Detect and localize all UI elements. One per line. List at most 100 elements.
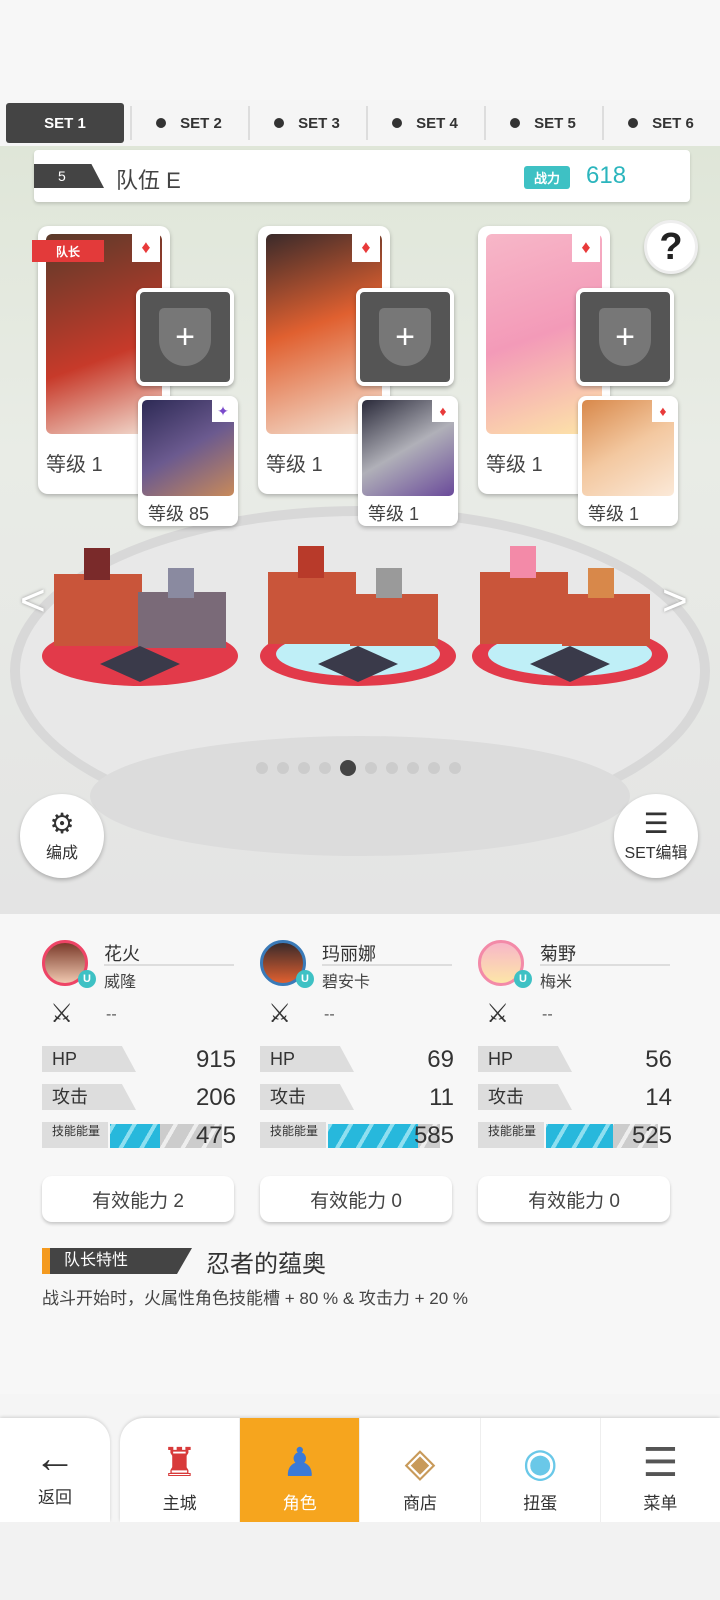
leader-trait-label: 队长特性 (42, 1248, 192, 1274)
pedestal-2[interactable] (258, 546, 458, 686)
block-large (480, 572, 568, 644)
question-icon: ? (659, 225, 683, 268)
back-arrow-icon: ← (34, 1433, 76, 1481)
page-dot[interactable] (298, 762, 310, 774)
character-name: 玛丽娜 (322, 944, 376, 964)
dot-icon (628, 118, 639, 128)
nav-item-gacha[interactable]: ◉ 扭蛋 (479, 1418, 600, 1522)
add-equipment-icon: + (599, 308, 651, 366)
sub-character-name: 梅米 (540, 974, 573, 991)
formation-label: 编成 (45, 845, 78, 862)
nav-tabs: ♜ 主城 ♟ 角色 ◈ 商店 ◉ 扭蛋 ☰ 菜单 (120, 1418, 720, 1522)
bottom-navigation: ← 返回 ♜ 主城 ♟ 角色 ◈ 商店 ◉ 扭蛋 ☰ 菜单 (0, 1418, 720, 1522)
hp-row: HP 915 (42, 1046, 236, 1074)
pedestal-1[interactable] (40, 546, 240, 686)
pedestal-3[interactable] (470, 546, 670, 686)
energy-fill (546, 1124, 614, 1148)
nav-item-shop[interactable]: ◈ 商店 (359, 1418, 479, 1522)
diamond-suit-icon: ♦ (432, 400, 454, 422)
hp-row: HP 69 (260, 1046, 454, 1074)
sub-character-card-3[interactable]: ♦ 等级 1 (578, 396, 678, 526)
weapon-value: -- (106, 1006, 117, 1023)
equip-slot-2[interactable]: + (356, 288, 454, 386)
sprite-leader (298, 546, 324, 578)
dot-icon (156, 118, 167, 128)
help-button[interactable]: ? (644, 220, 698, 274)
sub-character-card-1[interactable]: ✦ 等级 85 (138, 396, 238, 526)
tab-set-6[interactable]: SET 6 (602, 100, 720, 146)
set-edit-button[interactable]: ☰ SET编辑 (614, 794, 698, 878)
energy-label: 技能能量 (478, 1122, 544, 1148)
hp-label: HP (42, 1046, 136, 1072)
character-level: 等级 1 (46, 454, 103, 476)
element-badge-icon: U (296, 970, 314, 988)
attack-label: 攻击 (260, 1084, 354, 1110)
nav-item-character[interactable]: ♟ 角色 (239, 1418, 360, 1522)
energy-row: 技能能量 585 (260, 1122, 454, 1150)
weapon-icon: ⚔ (268, 998, 292, 1028)
tab-set-3[interactable]: SET 3 (248, 100, 366, 146)
formation-button[interactable]: ⚙ 编成 (20, 794, 104, 878)
next-team-arrow[interactable]: > (662, 576, 688, 626)
nav-label: 菜单 (643, 1494, 678, 1513)
hp-value: 915 (195, 1046, 236, 1073)
effective-ability-button[interactable]: 有效能力 0 (260, 1176, 452, 1222)
energy-row: 技能能量 525 (478, 1122, 672, 1150)
block-large (54, 574, 142, 646)
nav-item-menu[interactable]: ☰ 菜单 (599, 1418, 720, 1522)
page-dot[interactable] (428, 762, 440, 774)
page-dot[interactable] (449, 762, 461, 774)
tab-set-5[interactable]: SET 5 (484, 100, 602, 146)
block-large (268, 572, 356, 644)
energy-label: 技能能量 (42, 1122, 108, 1148)
energy-fill (328, 1124, 418, 1148)
page-dot[interactable] (386, 762, 398, 774)
page-dot[interactable] (256, 762, 268, 774)
sub-character-name: 威隆 (104, 974, 137, 991)
gacha-orb-icon: ◉ (522, 1441, 558, 1485)
nav-label: 主城 (162, 1494, 197, 1513)
page-dot[interactable] (277, 762, 289, 774)
page-dot[interactable] (319, 762, 331, 774)
divider (540, 964, 670, 966)
energy-row: 技能能量 475 (42, 1122, 236, 1150)
attack-row: 攻击 14 (478, 1084, 672, 1112)
character-level: 等级 1 (486, 454, 543, 476)
diamond-suit-icon: ♦ (652, 400, 674, 422)
dot-icon (274, 118, 285, 128)
hp-label: HP (478, 1046, 572, 1072)
castle-icon: ♜ (161, 1441, 198, 1485)
block-small (350, 594, 438, 646)
effective-ability-button[interactable]: 有效能力 2 (42, 1176, 234, 1222)
equip-slot-1[interactable]: + (136, 288, 234, 386)
tab-set-4[interactable]: SET 4 (366, 100, 484, 146)
equip-slot-3[interactable]: + (576, 288, 674, 386)
prev-team-arrow[interactable]: < (20, 576, 46, 626)
page-dot[interactable] (407, 762, 419, 774)
tab-set-1[interactable]: SET 1 (6, 103, 124, 143)
shop-bag-icon: ◈ (404, 1441, 436, 1485)
energy-value: 475 (195, 1122, 236, 1149)
effective-ability-button[interactable]: 有效能力 0 (478, 1176, 670, 1222)
character-level: 等级 1 (266, 454, 323, 476)
hp-row: HP 56 (478, 1046, 672, 1074)
sub-character-card-2[interactable]: ♦ 等级 1 (358, 396, 458, 526)
leader-trait-description: 战斗开始时，火属性角色技能槽 + 80 % & 攻击力 + 20 % (42, 1289, 469, 1308)
nav-item-main-city[interactable]: ♜ 主城 (120, 1418, 239, 1522)
add-equipment-icon: + (159, 308, 211, 366)
page-dot[interactable] (365, 762, 377, 774)
page-dot[interactable] (340, 760, 356, 776)
set-tabs: SET 1 SET 2 SET 3 SET 4 SET 5 SET 6 (0, 100, 720, 146)
team-header[interactable]: 5 队伍 E 战力 618 (34, 150, 690, 202)
back-button[interactable]: ← 返回 (0, 1418, 110, 1522)
sprite-sub (168, 568, 194, 598)
hp-value: 56 (645, 1046, 672, 1073)
divider (104, 964, 234, 966)
hp-value: 69 (427, 1046, 454, 1073)
tab-set-2[interactable]: SET 2 (130, 100, 248, 146)
formation-gear-icon: ⚙ (49, 808, 75, 839)
sprite-sub (376, 568, 402, 598)
diamond-suit-icon: ♦ (352, 234, 380, 262)
character-icon: ♟ (281, 1441, 318, 1485)
sub-character-level: 等级 85 (148, 504, 210, 524)
